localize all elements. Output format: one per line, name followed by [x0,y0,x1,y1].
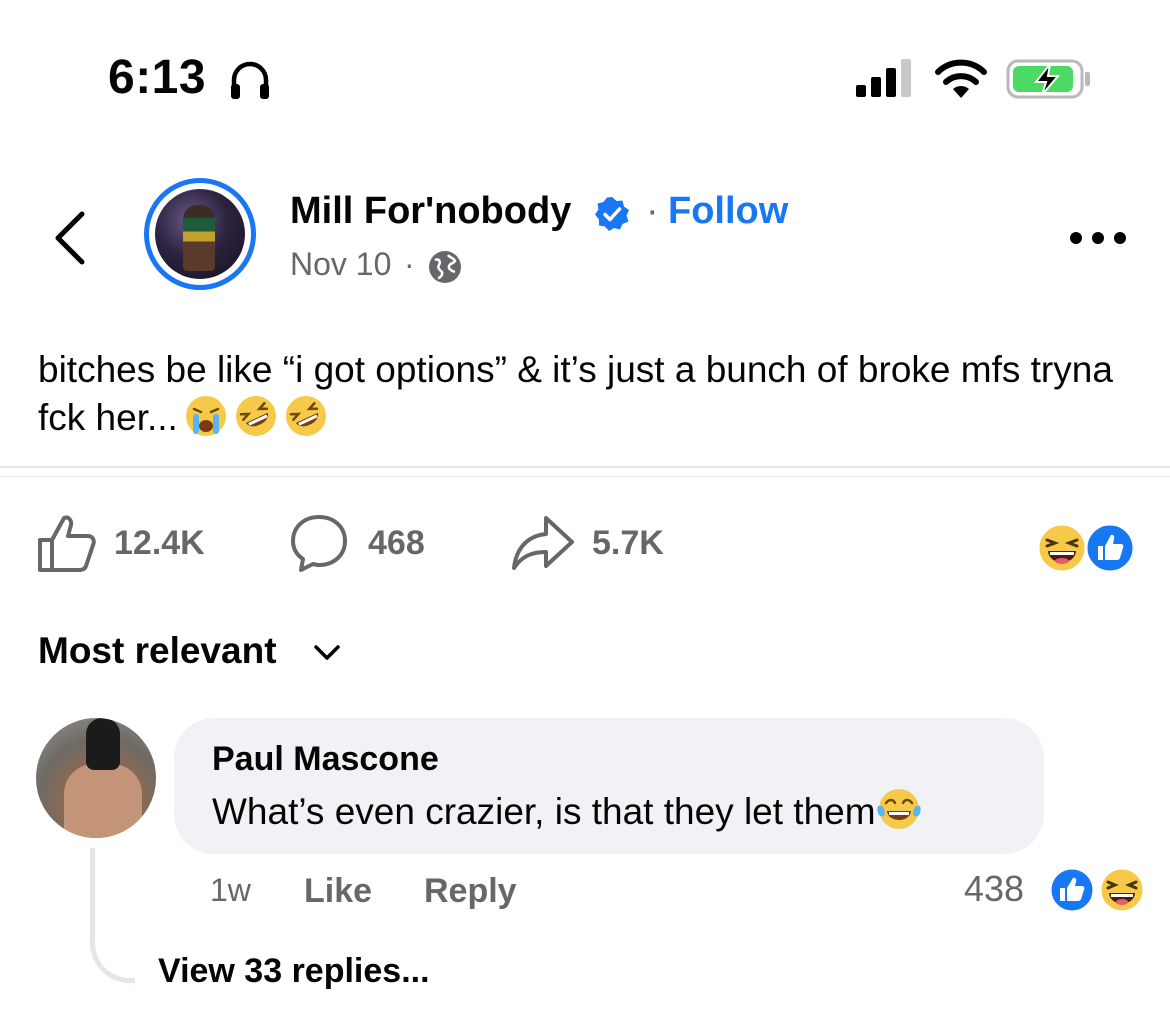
divider [0,466,1170,468]
rolling-on-floor-laughing-emoji-icon [235,396,276,436]
comment-timestamp: 1w [210,872,251,908]
comment-count[interactable]: 468 [368,524,425,563]
divider [0,476,1170,477]
comment-text-line: What’s even crazier, is that they let th… [212,786,922,833]
headphones-icon [231,61,269,99]
loudly-crying-face-emoji-icon [185,396,226,436]
like-reaction-icon[interactable] [1084,522,1136,574]
verified-badge-icon [595,197,629,231]
comment-text: What’s even crazier, is that they let th… [212,791,876,832]
like-thumbs-up-icon[interactable] [36,512,98,574]
share-arrow-icon[interactable] [508,512,578,574]
face-with-tears-of-joy-emoji-icon [876,789,921,829]
separator-dot: · [404,246,415,282]
follow-button[interactable]: Follow [668,190,788,233]
haha-reaction-icon[interactable] [1098,866,1146,914]
commenter-avatar[interactable] [36,718,156,838]
status-time: 6:13 [108,51,207,104]
separator-dot: · [646,190,659,232]
post-author-name[interactable]: Mill For'nobody [290,190,571,233]
comment-like-button[interactable]: Like [304,872,372,911]
share-count[interactable]: 5.7K [592,524,664,563]
more-options-icon[interactable] [1068,226,1128,250]
wifi-icon [935,59,987,98]
comment-sort-dropdown[interactable]: Most relevant [38,630,277,672]
comment-bubble-icon[interactable] [288,512,350,574]
post-date[interactable]: Nov 10 [290,246,391,283]
haha-reaction-icon[interactable] [1036,522,1088,574]
cellular-signal-icon [856,59,911,97]
battery-charging-icon [1006,59,1090,99]
reply-thread-line [90,848,135,983]
comment-reply-button[interactable]: Reply [424,872,517,911]
comment-author-name[interactable]: Paul Mascone [212,740,439,779]
rolling-on-floor-laughing-emoji-icon [285,396,326,436]
like-count[interactable]: 12.4K [114,524,205,563]
chevron-down-icon[interactable] [312,642,342,664]
comment-reaction-count[interactable]: 438 [964,868,1024,910]
back-chevron-icon[interactable] [50,208,90,268]
author-avatar[interactable] [155,189,245,279]
globe-icon [429,251,461,283]
view-replies-link[interactable]: View 33 replies... [158,952,430,991]
like-reaction-icon[interactable] [1048,866,1096,914]
post-body: bitches be like “i got options” & it’s j… [38,346,1128,442]
